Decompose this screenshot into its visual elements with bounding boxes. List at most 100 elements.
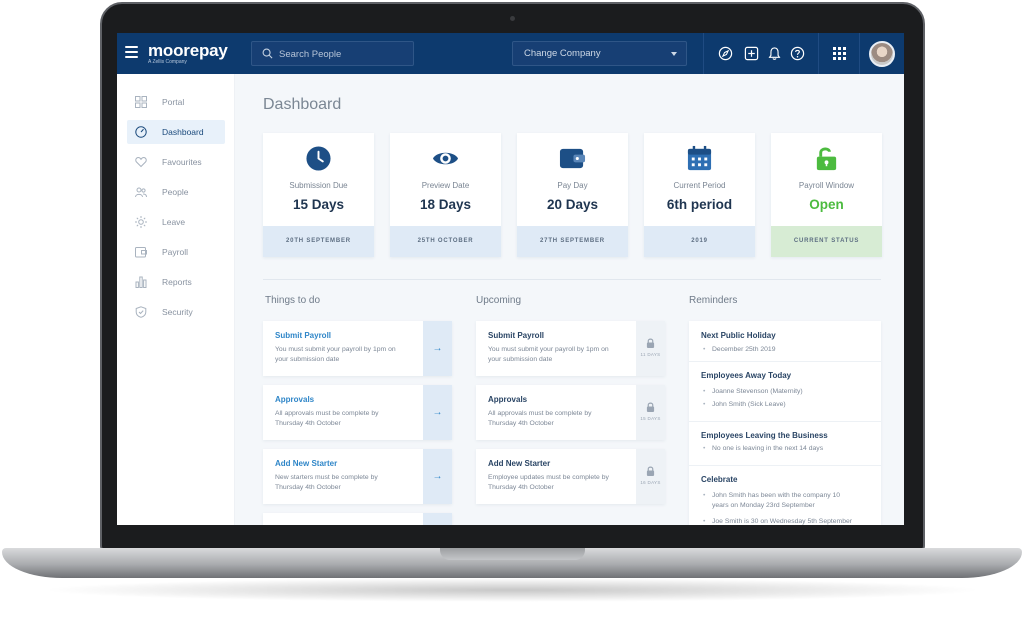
page-title: Dashboard [263,96,342,113]
sidebar-item-leave[interactable]: Leave [127,210,225,234]
reminder-item: No one is leaving in the next 14 days [703,444,863,454]
search-icon [262,48,273,59]
todo-item[interactable]: Add New Starter New starters must be com… [263,449,452,504]
upcoming-title-text: Submit Payroll [488,331,545,340]
bar-chart-icon [135,276,147,288]
topbar-divider [818,33,819,74]
card-footer: 20TH SEPTEMBER [263,226,374,257]
card-preview-date[interactable]: Preview Date 18 Days 25TH OCTOBER [390,133,501,257]
reminders-title: Reminders [689,295,738,306]
hamburger-menu-icon[interactable] [125,46,138,58]
todo-item[interactable]: Submit Payroll You must submit your payr… [263,321,452,376]
sidebar-item-payroll[interactable]: Payroll [127,240,225,264]
days-remaining: 16 DAYS [640,480,661,485]
lock-badge: 11 DAYS [636,321,665,376]
reminder-item: John Smith has been with the company 10 … [703,491,853,511]
card-label: Current Period [673,181,726,190]
reminder-item: John Smith (Sick Leave) [703,400,863,410]
sidebar-item-portal[interactable]: Portal [127,90,225,114]
arrow-right-icon[interactable]: → [423,321,452,376]
todo-desc: All approvals must be complete by Thursd… [275,410,379,427]
help-icon[interactable] [790,46,805,61]
portal-icon [135,96,147,108]
upcoming-item[interactable]: Add New Starter Employee updates must be… [476,449,665,504]
reminder-item: Joanne Stevenson (Maternity) [703,387,863,397]
arrow-right-icon[interactable] [423,513,452,525]
card-current-period[interactable]: Current Period 6th period 2019 [644,133,755,257]
wallet-icon [559,148,586,169]
things-to-do-title: Things to do [265,295,321,306]
upcoming-title: Upcoming [476,295,522,306]
sidebar-item-label: Favourites [162,157,202,167]
topbar-divider [703,33,704,74]
arrow-right-icon[interactable]: → [423,449,452,504]
todo-item-partial[interactable] [263,513,452,525]
add-icon[interactable] [744,46,759,61]
upcoming-desc: Employee updates must be complete by Thu… [488,474,609,491]
change-company-select[interactable]: Change Company [512,41,687,66]
reminder-item: Joe Smith is 30 on Wednesday 5th Septemb… [703,517,863,525]
dashboard-icon [135,126,147,138]
sidebar-item-label: Security [162,307,193,317]
card-value: 18 Days [419,197,472,212]
card-footer: 2019 [644,226,755,257]
sidebar-item-reports[interactable]: Reports [127,270,225,294]
upcoming-desc: All approvals must be complete by Thursd… [488,410,592,427]
reminders-panel: Next Public Holiday December 25th 2019 E… [689,321,881,525]
chevron-down-icon [671,52,677,56]
shield-icon [135,306,147,318]
eye-icon [432,152,459,165]
card-label: Pay Day [557,181,588,190]
section-divider [263,279,881,280]
app-screen: moorepay A Zellis Company Change Company [117,33,904,525]
arrow-right-icon[interactable]: → [423,385,452,440]
top-bar: moorepay A Zellis Company Change Company [117,33,904,74]
sun-icon [135,216,147,228]
search-input[interactable] [279,45,409,63]
unlock-icon [816,147,837,171]
upcoming-item[interactable]: Submit Payroll You must submit your payr… [476,321,665,376]
sidebar-item-favourites[interactable]: Favourites [127,150,225,174]
todo-title[interactable]: Submit Payroll [275,331,331,340]
card-pay-day[interactable]: Pay Day 20 Days 27TH SEPTEMBER [517,133,628,257]
apps-grid-icon[interactable] [833,47,846,60]
bell-icon[interactable] [767,46,782,61]
compass-icon[interactable] [718,46,733,61]
days-remaining: 11 DAYS [640,352,661,357]
brand-logo[interactable]: moorepay A Zellis Company [148,42,228,66]
sidebar-item-label: Reports [162,277,192,287]
laptop-shadow [40,578,984,602]
sidebar-item-dashboard[interactable]: Dashboard [127,120,225,144]
todo-desc: You must submit your payroll by 1pm on y… [275,346,396,363]
card-footer: 25TH OCTOBER [390,226,501,257]
card-value: 20 Days [546,197,599,212]
reminder-title: Celebrate [701,475,738,484]
upcoming-item[interactable]: Approvals All approvals must be complete… [476,385,665,440]
reminder-section: Employees Leaving the Business No one is… [689,422,881,466]
sidebar: Portal Dashboard Favourites People Leave… [117,74,235,525]
people-icon [135,187,147,198]
topbar-divider [859,33,860,74]
laptop-notch [440,548,585,560]
lock-badge: 16 DAYS [636,449,665,504]
todo-item[interactable]: Approvals All approvals must be complete… [263,385,452,440]
reminder-section: Employees Away Today Joanne Stevenson (M… [689,362,881,422]
calendar-icon [687,145,712,171]
sidebar-item-people[interactable]: People [127,180,225,204]
reminder-title: Next Public Holiday [701,331,776,340]
days-remaining: 15 DAYS [640,416,661,421]
todo-title[interactable]: Approvals [275,395,314,404]
wallet-icon [135,247,147,258]
todo-title[interactable]: Add New Starter [275,459,337,468]
upcoming-title-text: Approvals [488,395,528,404]
camera [510,16,515,21]
card-label: Preview Date [421,181,470,190]
card-payroll-window[interactable]: Payroll Window Open CURRENT STATUS [771,133,882,257]
user-avatar[interactable] [869,41,895,67]
sidebar-item-security[interactable]: Security [127,300,225,324]
lock-icon [646,338,655,348]
reminder-title: Employees Away Today [701,371,792,380]
reminder-title: Employees Leaving the Business [701,431,828,440]
card-submission-due[interactable]: Submission Due 15 Days 20TH SEPTEMBER [263,133,374,257]
upcoming-title-text: Add New Starter [488,459,551,468]
